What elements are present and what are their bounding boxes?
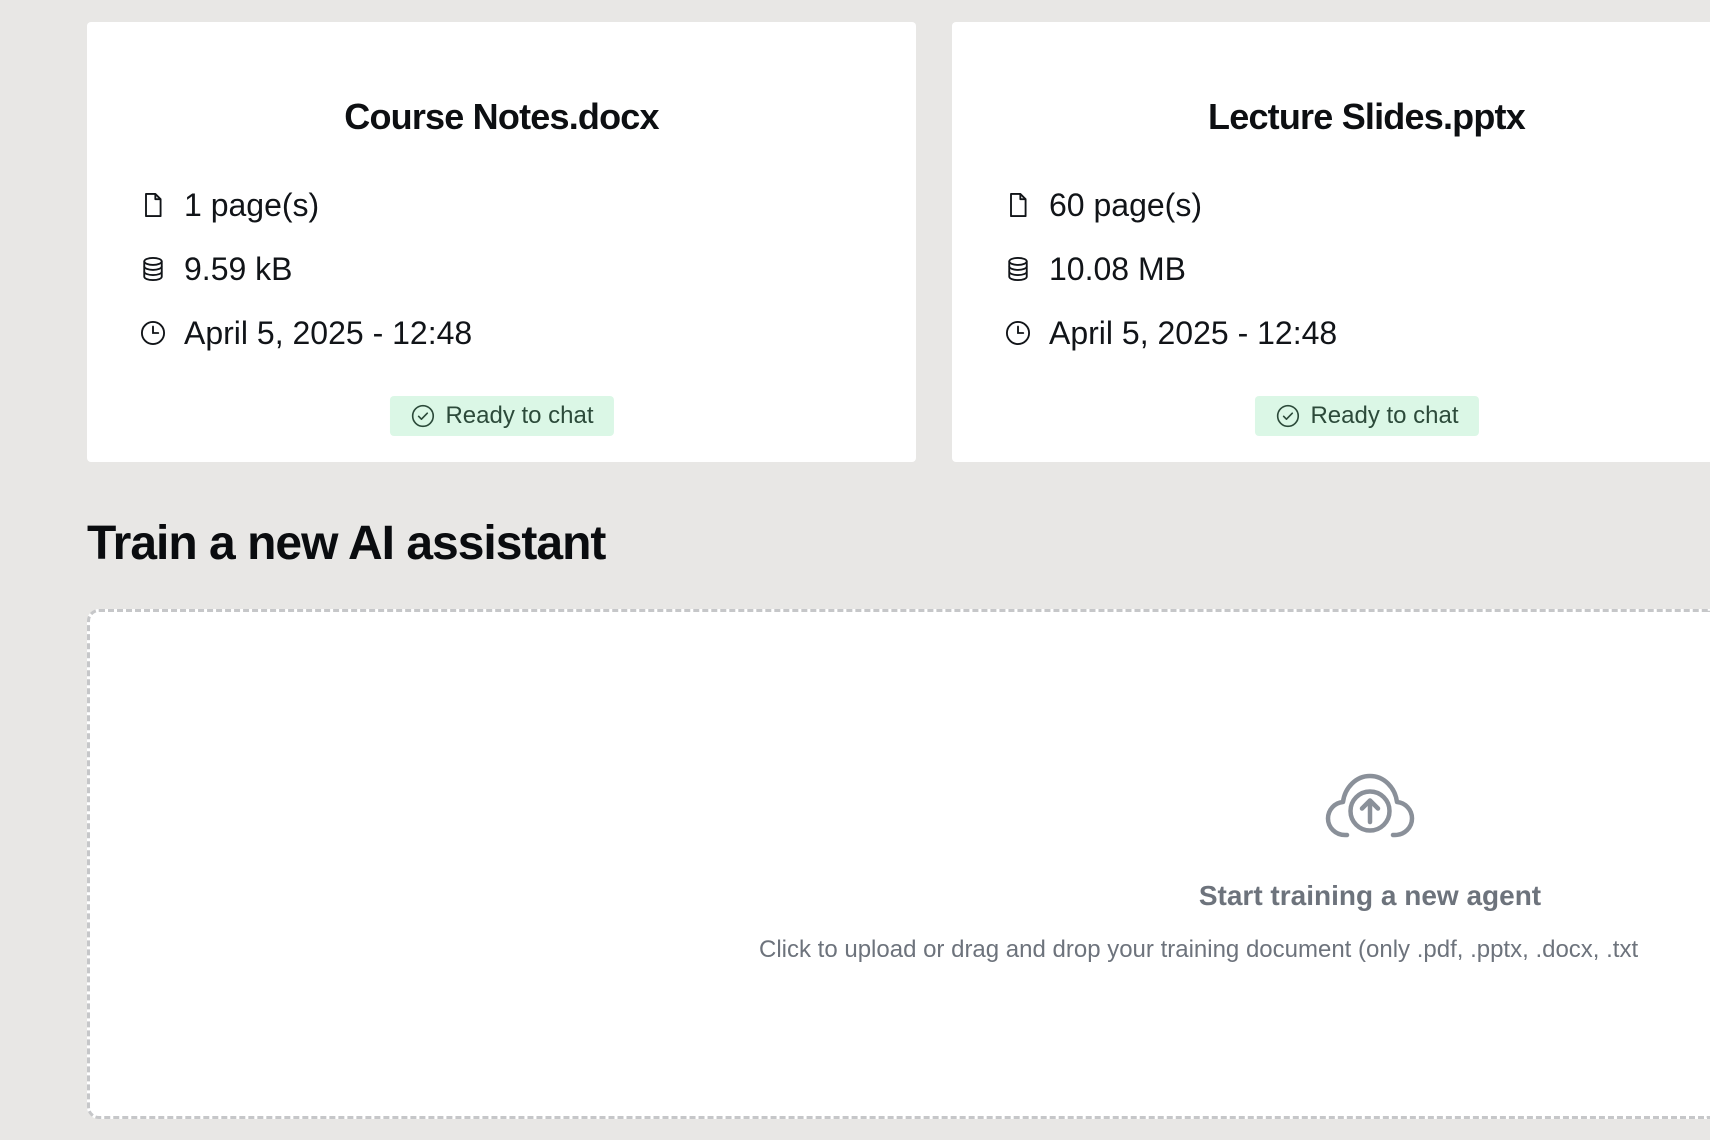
upload-date: April 5, 2025 - 12:48 bbox=[1049, 314, 1338, 351]
document-cards: Course Notes.docx 1 page(s) 9.59 kB Apri… bbox=[87, 22, 1710, 462]
page-count: 60 page(s) bbox=[1049, 186, 1202, 223]
status-badge: Ready to chat bbox=[1254, 396, 1479, 436]
meta-date: April 5, 2025 - 12:48 bbox=[138, 301, 472, 365]
document-card[interactable]: Course Notes.docx 1 page(s) 9.59 kB Apri… bbox=[87, 22, 916, 462]
upload-dropzone[interactable]: Start training a new agent Click to uplo… bbox=[87, 609, 1710, 1119]
document-title: Lecture Slides.pptx bbox=[1208, 96, 1526, 137]
file-size: 10.08 MB bbox=[1049, 250, 1186, 287]
dropzone-subtitle: Click to upload or drag and drop your tr… bbox=[759, 936, 1639, 963]
check-circle-icon bbox=[411, 404, 434, 428]
status-text: Ready to chat bbox=[445, 402, 594, 429]
database-icon bbox=[138, 254, 168, 284]
document-title: Course Notes.docx bbox=[344, 96, 659, 137]
dropzone-title: Start training a new agent bbox=[1198, 880, 1542, 911]
page: Course Notes.docx 1 page(s) 9.59 kB Apri… bbox=[0, 0, 1710, 1140]
upload-date: April 5, 2025 - 12:48 bbox=[184, 314, 473, 351]
meta-pages: 1 page(s) bbox=[138, 173, 472, 237]
file-icon bbox=[1003, 190, 1033, 220]
cloud-upload-icon bbox=[1325, 773, 1415, 838]
check-circle-icon bbox=[1276, 404, 1299, 428]
page-count: 1 page(s) bbox=[184, 186, 320, 223]
status-badge: Ready to chat bbox=[389, 396, 614, 436]
status-text: Ready to chat bbox=[1310, 402, 1459, 429]
database-icon bbox=[1003, 254, 1033, 284]
section-title: Train a new AI assistant bbox=[87, 517, 606, 570]
meta-size: 10.08 MB bbox=[1003, 237, 1337, 301]
document-card[interactable]: Lecture Slides.pptx 60 page(s) 10.08 MB … bbox=[952, 22, 1710, 462]
meta-size: 9.59 kB bbox=[138, 237, 472, 301]
clock-icon bbox=[138, 318, 168, 348]
meta-date: April 5, 2025 - 12:48 bbox=[1003, 301, 1337, 365]
document-meta: 1 page(s) 9.59 kB April 5, 2025 - 12:48 bbox=[138, 173, 472, 365]
meta-pages: 60 page(s) bbox=[1003, 173, 1337, 237]
file-size: 9.59 kB bbox=[184, 250, 293, 287]
clock-icon bbox=[1003, 318, 1033, 348]
document-meta: 60 page(s) 10.08 MB April 5, 2025 - 12:4… bbox=[1003, 173, 1337, 365]
file-icon bbox=[138, 190, 168, 220]
